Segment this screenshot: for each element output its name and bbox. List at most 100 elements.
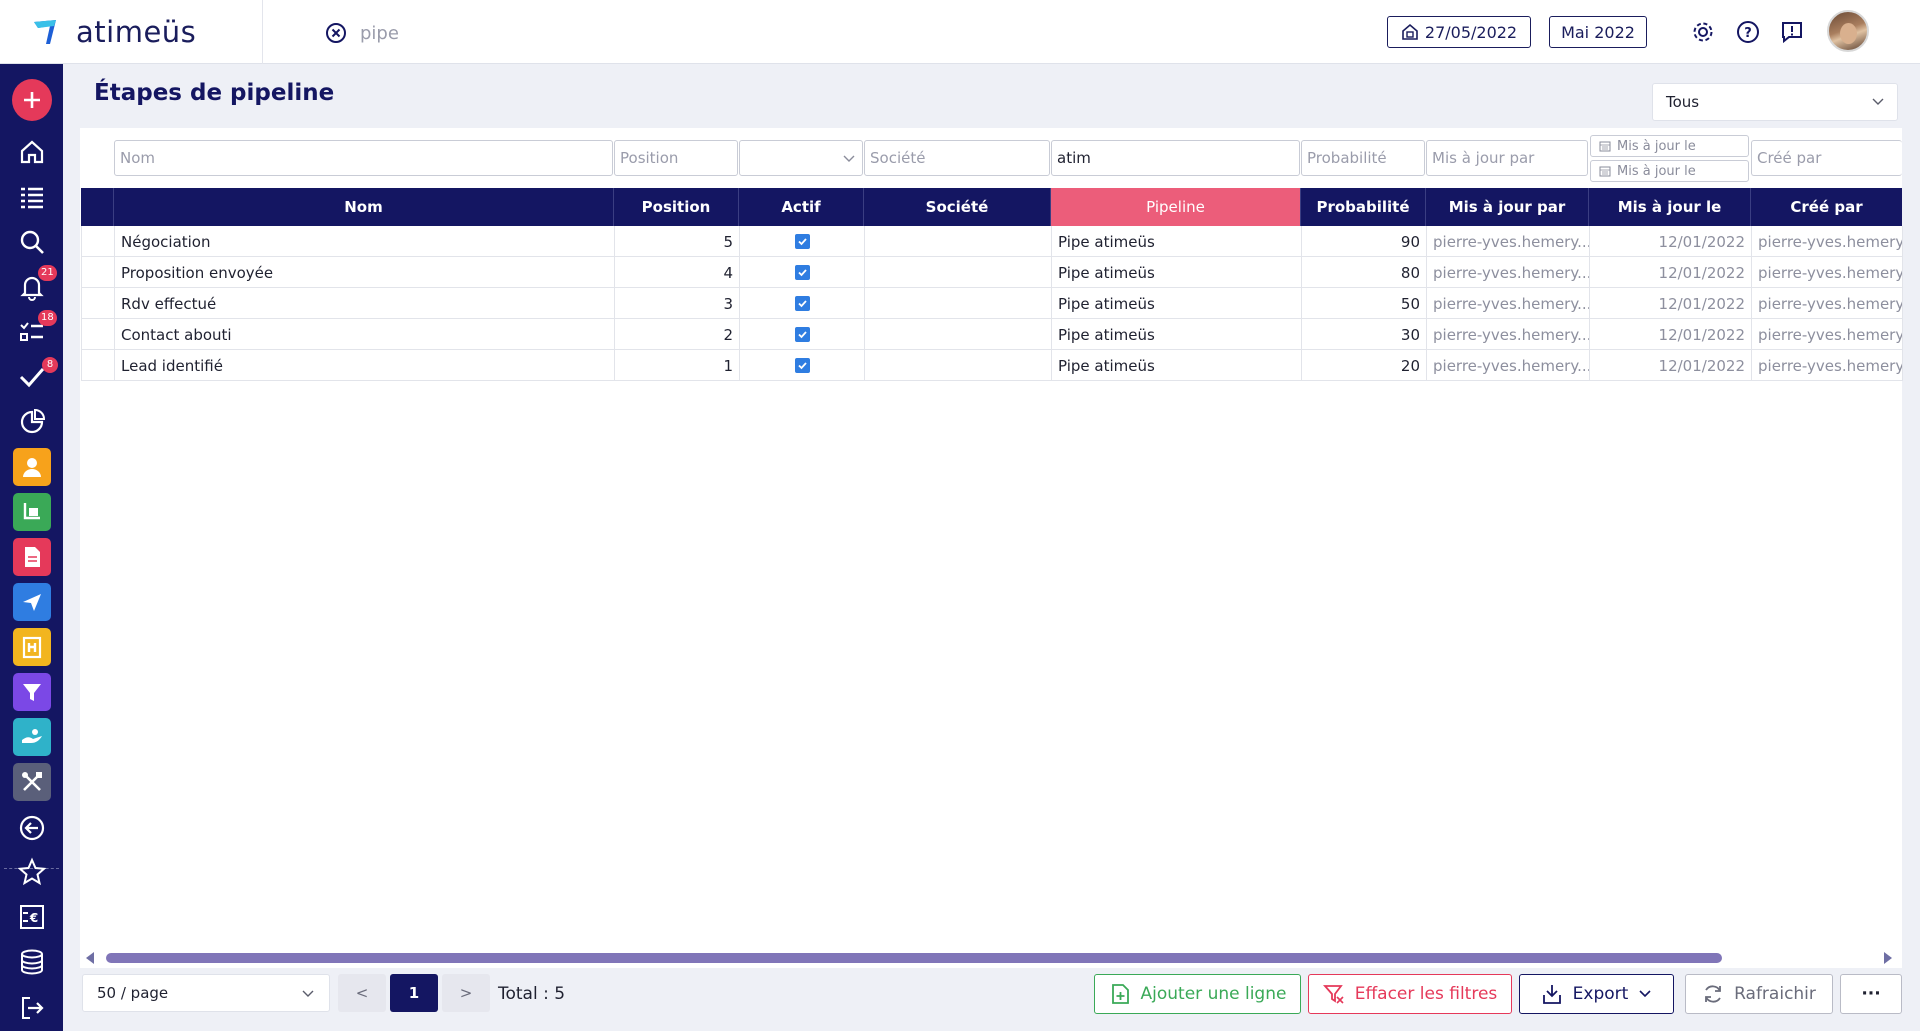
filter-mis-a-jour-le-from[interactable]: Mis à jour le	[1590, 135, 1749, 157]
sidebar-item-list[interactable]	[12, 177, 52, 217]
sidebar-item-documents[interactable]	[12, 537, 52, 577]
sidebar-item-contacts[interactable]	[12, 447, 52, 487]
sidebar-item-search[interactable]	[12, 222, 52, 262]
cell-position[interactable]: 1	[615, 350, 740, 381]
logo-area[interactable]: atimeüs	[0, 0, 263, 64]
column-header-pipeline[interactable]: Pipeline	[1051, 188, 1301, 226]
sidebar-item-tasks[interactable]: 18	[12, 310, 57, 352]
cell-probabilite[interactable]: 30	[1302, 319, 1427, 350]
prev-page-button[interactable]: <	[338, 974, 386, 1012]
column-header-nom[interactable]: Nom	[114, 188, 614, 226]
cell-position[interactable]: 2	[615, 319, 740, 350]
sidebar-item-pipeline[interactable]	[12, 672, 52, 712]
sidebar-item-notifications[interactable]: 21	[12, 265, 57, 307]
sidebar-item-sales[interactable]	[12, 492, 52, 532]
filter-mis-a-jour-le-to[interactable]: Mis à jour le	[1590, 160, 1749, 182]
sidebar-item-favorites[interactable]	[12, 852, 52, 892]
row-select-cell[interactable]	[82, 350, 115, 381]
cell-mis-a-jour-le[interactable]: 12/01/2022	[1590, 319, 1752, 350]
cell-nom[interactable]: Négociation	[115, 226, 615, 257]
next-page-button[interactable]: >	[442, 974, 490, 1012]
user-avatar[interactable]	[1827, 10, 1869, 52]
sidebar-item-home[interactable]	[12, 132, 52, 172]
cell-cree-par[interactable]: pierre-yves.hemery..	[1752, 288, 1903, 319]
filter-cree-par[interactable]: Créé par	[1751, 140, 1902, 176]
row-select-cell[interactable]	[82, 257, 115, 288]
sidebar-item-expenses[interactable]: €	[12, 897, 52, 937]
table-row[interactable]: Négociation 5 Pipe atimeüs 90 pierre-yves.he…	[81, 226, 1903, 257]
cell-cree-par[interactable]: pierre-yves.hemery..	[1752, 257, 1903, 288]
table-row[interactable]: Proposition envoyée 4 Pipe atimeüs 80 pierre…	[81, 257, 1903, 288]
filter-nom[interactable]: Nom	[114, 140, 613, 176]
column-header-cree-par[interactable]: Créé par	[1751, 188, 1902, 226]
sidebar-item-logout[interactable]	[12, 988, 52, 1028]
cell-mis-a-jour-par[interactable]: pierre-yves.hemery...	[1427, 257, 1590, 288]
cell-cree-par[interactable]: pierre-yves.hemery..	[1752, 226, 1903, 257]
help-icon[interactable]: ?	[1735, 19, 1761, 45]
scope-select[interactable]: Tous	[1652, 83, 1898, 121]
table-row[interactable]: Lead identifié 1 Pipe atimeüs 20 pierre-yves…	[81, 350, 1903, 381]
page-size-select[interactable]: 50 / page	[82, 974, 330, 1012]
global-search-input[interactable]	[360, 18, 760, 48]
cell-probabilite[interactable]: 50	[1302, 288, 1427, 319]
sidebar-add-button[interactable]	[12, 79, 52, 121]
sidebar-item-back[interactable]	[12, 808, 52, 848]
export-button[interactable]: Export	[1519, 974, 1674, 1014]
filter-actif-select[interactable]	[739, 140, 863, 176]
column-header-position[interactable]: Position	[614, 188, 739, 226]
date-selector[interactable]: 27/05/2022	[1387, 16, 1531, 48]
cell-pipeline[interactable]: Pipe atimeüs	[1052, 350, 1302, 381]
cell-societe[interactable]	[865, 350, 1052, 381]
cell-probabilite[interactable]: 90	[1302, 226, 1427, 257]
period-selector[interactable]: Mai 2022	[1549, 16, 1647, 48]
cell-probabilite[interactable]: 20	[1302, 350, 1427, 381]
cell-pipeline[interactable]: Pipe atimeüs	[1052, 288, 1302, 319]
filter-position[interactable]: Position	[614, 140, 738, 176]
filter-probabilite[interactable]: Probabilité	[1301, 140, 1425, 176]
column-header-actif[interactable]: Actif	[739, 188, 864, 226]
row-select-cell[interactable]	[82, 319, 115, 350]
row-select-cell[interactable]	[82, 288, 115, 319]
cell-actif[interactable]	[740, 319, 865, 350]
cell-position[interactable]: 5	[615, 226, 740, 257]
cell-actif[interactable]	[740, 288, 865, 319]
current-page-button[interactable]: 1	[390, 974, 438, 1012]
feedback-icon[interactable]	[1779, 19, 1805, 45]
checkbox-checked-icon[interactable]	[794, 265, 810, 280]
cell-mis-a-jour-par[interactable]: pierre-yves.hemery...	[1427, 226, 1590, 257]
cell-societe[interactable]	[865, 288, 1052, 319]
column-header-mis-a-jour-le[interactable]: Mis à jour le	[1589, 188, 1751, 226]
cell-position[interactable]: 3	[615, 288, 740, 319]
clear-filters-button[interactable]: Effacer les filtres	[1308, 974, 1512, 1014]
cell-mis-a-jour-le[interactable]: 12/01/2022	[1590, 257, 1752, 288]
row-select-cell[interactable]	[82, 226, 115, 257]
checkbox-checked-icon[interactable]	[794, 358, 810, 373]
cell-mis-a-jour-le[interactable]: 12/01/2022	[1590, 226, 1752, 257]
table-row[interactable]: Rdv effectué 3 Pipe atimeüs 50 pierre-yves.h…	[81, 288, 1903, 319]
cell-actif[interactable]	[740, 350, 865, 381]
table-row[interactable]: Contact abouti 2 Pipe atimeüs 30 pierre-yves…	[81, 319, 1903, 350]
cell-nom[interactable]: Contact abouti	[115, 319, 615, 350]
sidebar-item-database[interactable]	[12, 942, 52, 982]
checkbox-checked-icon[interactable]	[794, 296, 810, 311]
cell-mis-a-jour-par[interactable]: pierre-yves.hemery...	[1427, 350, 1590, 381]
cell-position[interactable]: 4	[615, 257, 740, 288]
cell-nom[interactable]: Rdv effectué	[115, 288, 615, 319]
cell-mis-a-jour-par[interactable]: pierre-yves.hemery...	[1427, 319, 1590, 350]
cell-cree-par[interactable]: pierre-yves.hemery..	[1752, 350, 1903, 381]
scroll-right-arrow-icon[interactable]	[1884, 952, 1892, 964]
sidebar-item-hr[interactable]	[12, 627, 52, 667]
sidebar-item-todo[interactable]: 8	[12, 357, 58, 397]
sidebar-item-finance[interactable]	[12, 717, 52, 757]
cell-cree-par[interactable]: pierre-yves.hemery..	[1752, 319, 1903, 350]
more-actions-button[interactable]: ···	[1840, 974, 1902, 1014]
cell-mis-a-jour-le[interactable]: 12/01/2022	[1590, 288, 1752, 319]
cell-societe[interactable]	[865, 319, 1052, 350]
sidebar-item-projects[interactable]	[12, 582, 52, 622]
cell-nom[interactable]: Proposition envoyée	[115, 257, 615, 288]
gear-icon[interactable]	[1690, 19, 1716, 45]
cell-pipeline[interactable]: Pipe atimeüs	[1052, 257, 1302, 288]
horizontal-scrollbar-thumb[interactable]	[106, 953, 1722, 963]
cell-actif[interactable]	[740, 226, 865, 257]
cell-mis-a-jour-par[interactable]: pierre-yves.hemery...	[1427, 288, 1590, 319]
